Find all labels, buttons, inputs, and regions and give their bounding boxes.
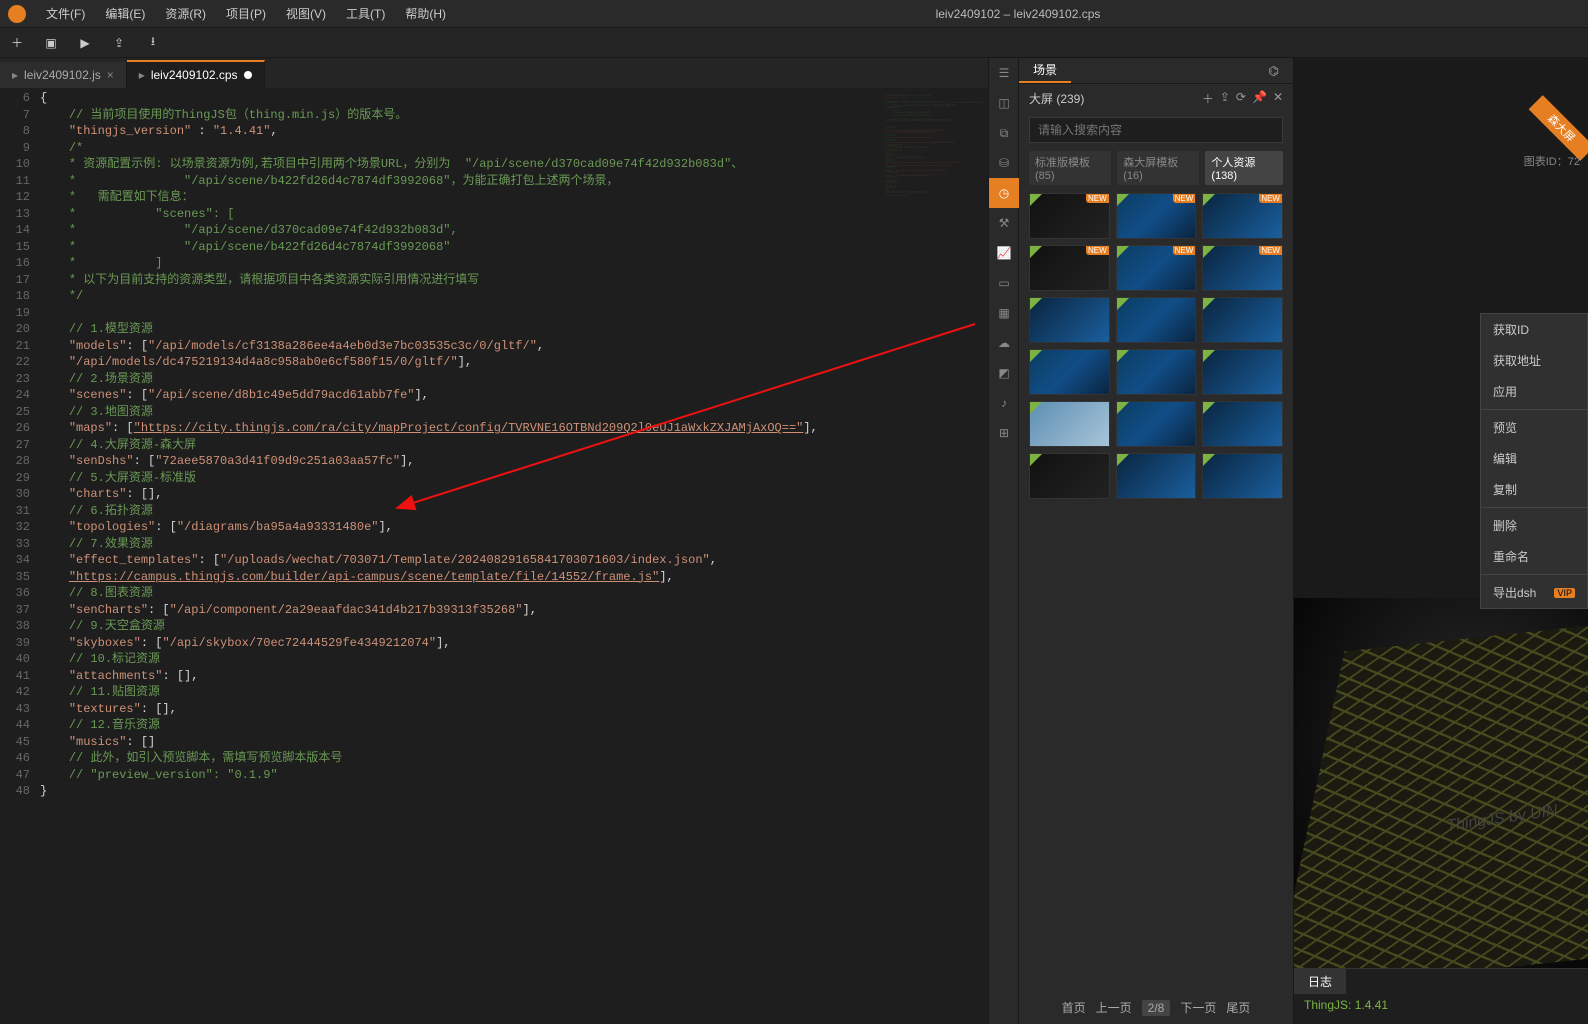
rail-tool-icon[interactable]: ⚒ [989,208,1019,238]
search-input[interactable] [1029,117,1283,143]
close-panel-icon[interactable]: ✕ [1273,90,1283,107]
log-tab[interactable]: 日志 [1294,969,1346,994]
upload-icon[interactable]: ⇪ [1220,90,1230,107]
resource-thumbnail[interactable] [1029,453,1110,499]
pager-last[interactable]: 尾页 [1226,999,1250,1016]
resource-thumbnail[interactable] [1202,401,1283,447]
menu-item[interactable]: 文件(F) [36,5,95,22]
log-line: ThingJS: 1.4.41 [1294,994,1588,1016]
rail-settings-icon[interactable]: ☰ [989,58,1019,88]
menu-item[interactable]: 资源(R) [155,5,216,22]
resource-thumbnail[interactable]: NEW [1116,193,1197,239]
scene-panel: 场景 ⌬ 大屏 (239) ＋ ⇪ ⟳ 📌 ✕ 标准版模板(85)森大屏模板(1… [1019,58,1294,1024]
resource-thumbnail[interactable] [1116,401,1197,447]
editor-tab[interactable]: ▸leiv2409102.js× [0,62,127,88]
preview-meta: 图表ID：72 [1524,153,1580,169]
add-icon[interactable]: ＋ [1202,90,1214,107]
right-rail: ☰ ◫ ⧉ ⛁ ◷ ⚒ 📈 ▭ ▦ ☁ ◩ ♪ ⊞ [989,58,1019,1024]
cm-edit[interactable]: 编辑 [1481,443,1587,474]
resource-thumbnail[interactable] [1116,349,1197,395]
resource-thumbnail[interactable]: NEW [1202,245,1283,291]
pager-first[interactable]: 首页 [1062,999,1086,1016]
cm-delete[interactable]: 删除 [1481,510,1587,541]
log-panel: 日志 ThingJS: 1.4.41 [1294,968,1588,1024]
scene-tab-scene[interactable]: 场景 [1019,58,1071,83]
resource-thumbnail[interactable]: NEW [1029,245,1110,291]
rail-music-icon[interactable]: ♪ [989,388,1019,418]
scene-header-tabs: 场景 ⌬ [1019,58,1293,84]
minimap[interactable]: { // 当前项目使用的ThingJS包（thing.min.js）的版本号。 … [878,88,988,1024]
rail-media-icon[interactable]: ◩ [989,358,1019,388]
filter-tab[interactable]: 标准版模板(85) [1029,151,1111,185]
play-icon[interactable]: ▶ [74,32,96,54]
rail-cube-icon[interactable]: ◫ [989,88,1019,118]
filter-tabs: 标准版模板(85)森大屏模板(16)个人资源(138) [1019,151,1293,193]
menu-item[interactable]: 项目(P) [216,5,276,22]
resource-thumbnail[interactable] [1029,297,1110,343]
cm-export[interactable]: 导出dshVIP [1481,577,1587,608]
rail-chart-icon[interactable]: 📈 [989,238,1019,268]
resource-thumbnail[interactable]: NEW [1202,193,1283,239]
preview-tag: 森大屏 [1529,95,1588,161]
menu-item[interactable]: 工具(T) [336,5,395,22]
scene-tab-tree-icon[interactable]: ⌬ [1255,58,1293,83]
rail-cloud-icon[interactable]: ☁ [989,328,1019,358]
cm-copy[interactable]: 复制 [1481,474,1587,505]
menu-item[interactable]: 帮助(H) [395,5,456,22]
download-icon[interactable]: ⭳ [142,32,164,54]
app-logo-icon [8,5,26,23]
save-icon[interactable]: ▣ [40,32,62,54]
filter-tab[interactable]: 森大屏模板(16) [1117,151,1199,185]
rail-db-icon[interactable]: ⛁ [989,148,1019,178]
resource-thumbnail[interactable] [1202,349,1283,395]
search-box [1029,117,1283,143]
resource-thumbnail[interactable] [1116,453,1197,499]
rail-template-icon[interactable]: ⊞ [989,418,1019,448]
filter-tab[interactable]: 个人资源(138) [1205,151,1283,185]
refresh-icon[interactable]: ⟳ [1236,90,1246,107]
thumbnail-grid: NEWNEWNEWNEWNEWNEW [1019,193,1293,991]
context-menu: 获取ID 获取地址 应用 预览 编辑 复制 删除 重命名 导出dshVIP [1480,313,1588,609]
menubar: 文件(F)编辑(E)资源(R)项目(P)视图(V)工具(T)帮助(H) leiv… [0,0,1588,28]
toolbar: ＋ ▣ ▶ ⇪ ⭳ [0,28,1588,58]
scene-sub-header: 大屏 (239) ＋ ⇪ ⟳ 📌 ✕ [1019,84,1293,113]
pager: 首页 上一页 2/8 下一页 尾页 [1019,991,1293,1024]
rail-layers-icon[interactable]: ⧉ [989,118,1019,148]
editor-tab[interactable]: ▸leiv2409102.cps [127,60,265,88]
resource-thumbnail[interactable] [1202,453,1283,499]
resource-thumbnail[interactable] [1029,349,1110,395]
cm-rename[interactable]: 重命名 [1481,541,1587,572]
right-dock: ☰ ◫ ⧉ ⛁ ◷ ⚒ 📈 ▭ ▦ ☁ ◩ ♪ ⊞ 场景 ⌬ 大屏 (239) [988,58,1588,1024]
menu-item[interactable]: 视图(V) [276,5,336,22]
resource-thumbnail[interactable] [1202,297,1283,343]
resource-thumbnail[interactable]: NEW [1029,193,1110,239]
pin-icon[interactable]: 📌 [1252,90,1267,107]
window-title: leiv2409102 – leiv2409102.cps [456,7,1580,21]
pager-next[interactable]: 下一页 [1180,999,1216,1016]
rail-screen-icon[interactable]: ▭ [989,268,1019,298]
editor-tabs: ▸leiv2409102.js×▸leiv2409102.cps [0,58,988,88]
resource-thumbnail[interactable] [1029,401,1110,447]
code-area[interactable]: { // 当前项目使用的ThingJS包（thing.min.js）的版本号。 … [40,88,878,1024]
cm-get-url[interactable]: 获取地址 [1481,345,1587,376]
editor-pane: ▸leiv2409102.js×▸leiv2409102.cps 6789101… [0,58,988,1024]
cm-preview[interactable]: 预览 [1481,412,1587,443]
3d-canvas[interactable]: ThingJS by UIN [1294,598,1588,968]
rail-globe-icon[interactable]: ◷ [989,178,1019,208]
pager-prev[interactable]: 上一页 [1096,999,1132,1016]
rail-image-icon[interactable]: ▦ [989,298,1019,328]
line-gutter: 6789101112131415161718192021222324252627… [0,88,40,1024]
menu-item[interactable]: 编辑(E) [95,5,155,22]
resource-thumbnail[interactable]: NEW [1116,245,1197,291]
cm-get-id[interactable]: 获取ID [1481,314,1587,345]
share-icon[interactable]: ⇪ [108,32,130,54]
scene-title: 大屏 (239) [1029,90,1084,107]
resource-thumbnail[interactable] [1116,297,1197,343]
pager-number: 2/8 [1142,1000,1171,1016]
new-file-icon[interactable]: ＋ [6,32,28,54]
cm-apply[interactable]: 应用 [1481,376,1587,407]
